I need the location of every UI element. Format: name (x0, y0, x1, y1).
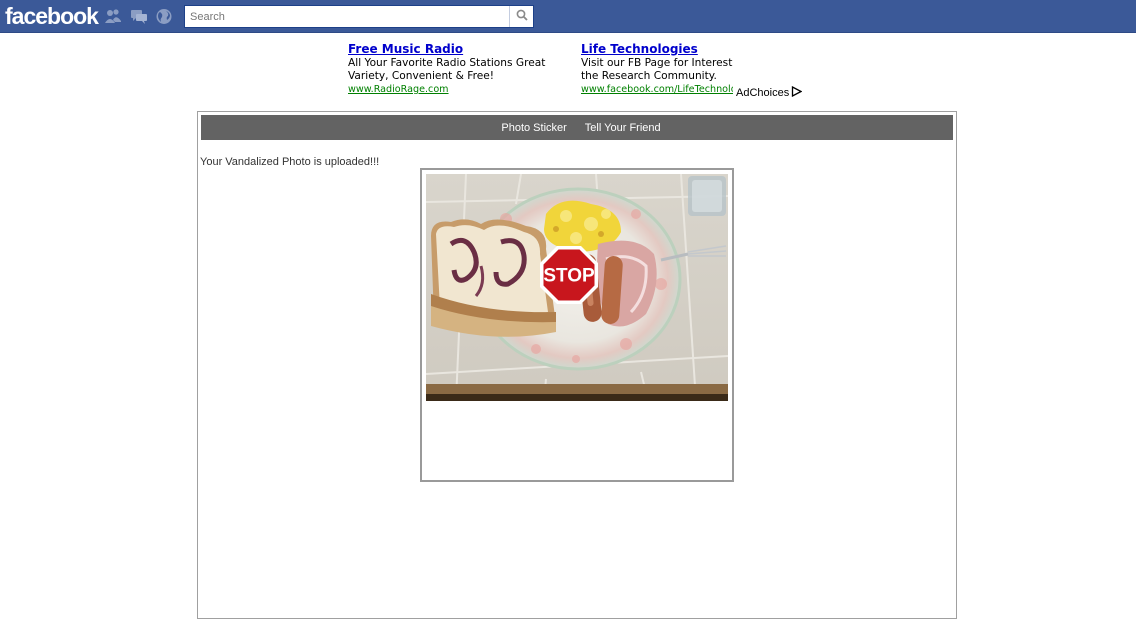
search-input[interactable] (185, 6, 510, 27)
nav-photo-sticker[interactable]: Photo Sticker (501, 122, 566, 134)
stop-sign-sticker: STOP (540, 246, 598, 304)
adchoices-label: AdChoices (736, 87, 790, 99)
svg-text:STOP: STOP (543, 266, 595, 287)
nav-tell-your-friend[interactable]: Tell Your Friend (585, 122, 661, 134)
ad-body-text: All Your Favorite Radio Stations Great V… (348, 57, 546, 82)
notifications-icon[interactable] (155, 8, 173, 25)
ad-body-text: Visit our FB Page for Interesting Info f… (581, 57, 733, 82)
friend-requests-icon[interactable] (104, 8, 122, 25)
top-bar: facebook (0, 0, 1136, 33)
ad-title-link[interactable]: Life Technologies (581, 42, 733, 57)
vandalized-photo: STOP (426, 174, 728, 401)
photo-frame: STOP (420, 168, 734, 482)
adchoices-icon (791, 85, 803, 100)
ad-life-technologies: Life Technologies Visit our FB Page for … (581, 42, 733, 96)
facebook-logo[interactable]: facebook (5, 3, 99, 30)
upload-status-text: Your Vandalized Photo is uploaded!!! (200, 156, 380, 168)
ad-title-link[interactable]: Free Music Radio (348, 42, 573, 57)
ad-url-link[interactable]: www.RadioRage.com (348, 83, 573, 96)
search-icon (516, 8, 528, 26)
messages-icon[interactable] (130, 8, 148, 25)
ad-url-link[interactable]: www.facebook.com/LifeTechnologies (581, 83, 733, 96)
adchoices-link[interactable]: AdChoices (736, 85, 803, 100)
app-canvas: Photo Sticker Tell Your Friend Your Vand… (197, 111, 957, 619)
search-box (184, 5, 534, 28)
search-button[interactable] (509, 6, 533, 27)
app-nav-bar: Photo Sticker Tell Your Friend (201, 115, 953, 140)
ad-free-music-radio: Free Music Radio All Your Favorite Radio… (348, 42, 573, 96)
